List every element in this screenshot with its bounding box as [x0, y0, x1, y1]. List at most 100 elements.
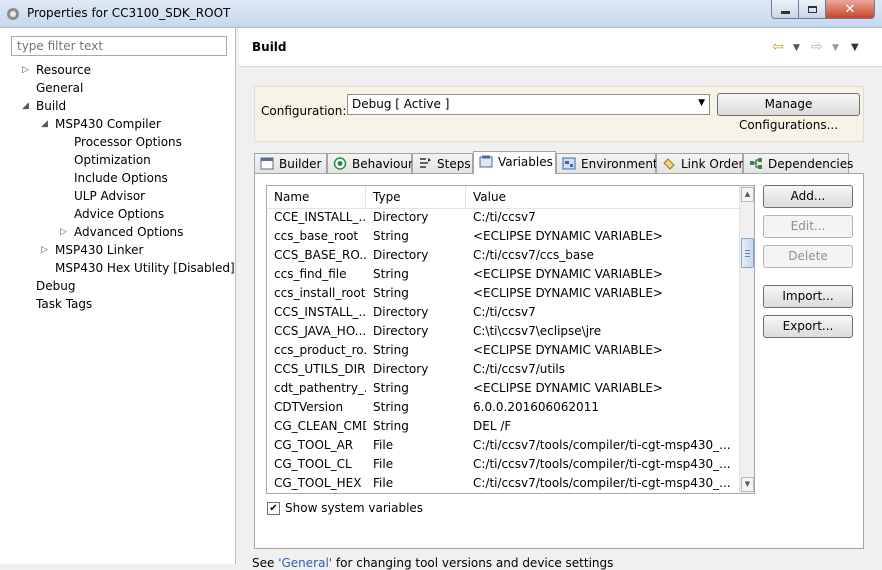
show-system-variables-checkbox[interactable]: ✔ — [267, 502, 280, 515]
tree-item[interactable]: Include Options — [0, 169, 236, 187]
cell-type: String — [373, 400, 409, 414]
import-button[interactable]: Import... — [763, 285, 853, 308]
link-order-icon — [663, 158, 675, 170]
tree-item[interactable]: ▷ Resource — [0, 61, 236, 79]
table-row[interactable]: ccs_install_root String <ECLIPSE DYNAMIC V… — [267, 284, 739, 303]
add-button[interactable]: Add... — [763, 185, 853, 208]
tree-item[interactable]: Optimization — [0, 151, 236, 169]
cell-name: ccs_base_root — [274, 229, 359, 243]
configuration-select[interactable]: Debug [ Active ] ▼ — [347, 94, 710, 115]
forward-dropdown-icon[interactable]: ▼ — [832, 43, 839, 53]
cell-type: Directory — [373, 248, 429, 262]
collapsed-twisty-icon[interactable]: ▷ — [22, 61, 32, 79]
table-row[interactable]: CG_TOOL_CL File C:/ti/ccsv7/tools/compiler… — [267, 455, 739, 474]
table-row[interactable]: CG_TOOL_HEX File C:/ti/ccsv7/tools/compile… — [267, 474, 739, 493]
cell-value: C:/ti/ccsv7/tools/compiler/ti-cgt-msp430… — [473, 457, 731, 471]
column-header-name[interactable]: Name — [267, 186, 366, 208]
maximize-button[interactable] — [798, 0, 826, 19]
close-icon: ✕ — [844, 1, 856, 17]
close-button[interactable]: ✕ — [825, 0, 875, 19]
filter-input[interactable] — [11, 36, 227, 56]
table-row[interactable]: cdt_pathentry_... String <ECLIPSE DYNAMIC … — [267, 379, 739, 398]
cell-type: Directory — [373, 210, 429, 224]
table-row[interactable]: ccs_find_file String <ECLIPSE DYNAMIC VARI… — [267, 265, 739, 284]
left-pane: ▷ Resource General ◢ Build ◢ MSP430 Compiler Pr… — [0, 28, 236, 564]
tree-item[interactable]: Debug — [0, 277, 236, 295]
cell-type: File — [373, 438, 394, 452]
vertical-scrollbar[interactable]: ▲ ▼ — [739, 186, 754, 493]
cell-name: ccs_find_file — [274, 267, 347, 281]
tab-link-order[interactable]: Link Order — [656, 153, 744, 173]
table-row[interactable]: CCE_INSTALL_... Directory C:/ti/ccsv7 — [267, 208, 739, 227]
variables-icon — [479, 155, 493, 168]
tree-item[interactable]: ULP Advisor — [0, 187, 236, 205]
back-arrow-icon[interactable]: ⇦ — [772, 39, 784, 55]
cell-name: CCS_BASE_RO... — [274, 248, 366, 262]
table-row[interactable]: CCS_BASE_RO... Directory C:/ti/ccsv7/ccs_b… — [267, 246, 739, 265]
tab-label: Environment — [581, 157, 658, 171]
table-row[interactable]: CCS_INSTALL_... Directory C:/ti/ccsv7 — [267, 303, 739, 322]
tree-item[interactable]: MSP430 Hex Utility [Disabled] — [0, 259, 236, 277]
expanded-twisty-icon[interactable]: ◢ — [22, 97, 32, 115]
tree-item[interactable]: ◢ Build — [0, 97, 236, 115]
maximize-icon — [807, 5, 817, 13]
scroll-thumb[interactable] — [741, 238, 754, 268]
expanded-twisty-icon[interactable]: ◢ — [41, 115, 51, 133]
environment-icon — [562, 157, 576, 170]
column-header-type[interactable]: Type — [366, 186, 466, 208]
tree-item[interactable]: Task Tags — [0, 295, 236, 313]
variables-table: Name Type Value CCE_INSTALL_... Directory… — [266, 185, 755, 494]
tab-dependencies[interactable]: Dependencies — [743, 153, 853, 173]
tree-item[interactable]: ▷ MSP430 Linker — [0, 241, 236, 259]
table-row[interactable]: CCS_JAVA_HO... Directory C:\ti\ccsv7\eclip… — [267, 322, 739, 341]
table-row[interactable]: CCS_UTILS_DIR Directory C:/ti/ccsv7/utils — [267, 360, 739, 379]
tab-label: Link Order — [681, 157, 744, 171]
table-row[interactable]: CDTVersion String 6.0.0.201606062011 — [267, 398, 739, 417]
tree-item-label: ULP Advisor — [74, 189, 146, 203]
edit-button[interactable]: Edit... — [763, 215, 853, 238]
table-row[interactable]: ccs_base_root String <ECLIPSE DYNAMIC VARI… — [267, 227, 739, 246]
forward-arrow-icon[interactable]: ⇨ — [811, 39, 823, 55]
delete-button[interactable]: Delete — [763, 245, 853, 268]
cell-value: C:\ti\ccsv7\eclipse\jre — [473, 324, 602, 338]
view-menu-icon[interactable]: ▼ — [851, 42, 859, 53]
cell-type: String — [373, 419, 409, 433]
cell-type: File — [373, 476, 394, 490]
back-dropdown-icon[interactable]: ▼ — [793, 43, 800, 53]
collapsed-twisty-icon[interactable]: ▷ — [41, 241, 51, 259]
tree-item[interactable]: ◢ MSP430 Compiler — [0, 115, 236, 133]
collapsed-twisty-icon[interactable]: ▷ — [60, 223, 70, 241]
page-title: Build — [252, 40, 287, 54]
tab-label: Variables — [498, 155, 553, 169]
cell-value: <ECLIPSE DYNAMIC VARIABLE> — [473, 286, 663, 300]
window-title: Properties for CC3100_SDK_ROOT — [27, 6, 231, 20]
table-row[interactable]: CG_CLEAN_CMD String DEL /F — [267, 417, 739, 436]
tree-item[interactable]: ▷ Advanced Options — [0, 223, 236, 241]
tab-variables[interactable]: Variables — [473, 151, 556, 174]
cell-name: CCS_UTILS_DIR — [274, 362, 366, 376]
behaviour-icon — [333, 157, 347, 170]
tree-item[interactable]: Advice Options — [0, 205, 236, 223]
manage-configurations-button[interactable]: Manage Configurations... — [717, 93, 860, 132]
cell-value: DEL /F — [473, 419, 512, 433]
cell-name: CG_TOOL_AR — [274, 438, 354, 452]
column-header-value[interactable]: Value — [466, 186, 739, 208]
tree-item-label: Optimization — [74, 153, 151, 167]
table-row[interactable]: CG_TOOL_AR File C:/ti/ccsv7/tools/compiler… — [267, 436, 739, 455]
tree-item[interactable]: Processor Options — [0, 133, 236, 151]
minimize-button[interactable] — [771, 0, 799, 19]
tab-steps[interactable]: Steps — [412, 153, 473, 173]
export-button[interactable]: Export... — [763, 315, 853, 338]
cell-name: CDTVersion — [274, 400, 344, 414]
tab-behaviour[interactable]: Behaviour — [327, 153, 413, 173]
general-link[interactable]: 'General' — [278, 556, 332, 570]
table-row[interactable]: ccs_product_ro... String <ECLIPSE DYNAMIC … — [267, 341, 739, 360]
tree-item[interactable]: General — [0, 79, 236, 97]
tree-item-label: Resource — [36, 63, 92, 77]
scroll-up-icon[interactable]: ▲ — [741, 187, 754, 202]
cell-type: Directory — [373, 324, 429, 338]
tab-environment[interactable]: Environment — [556, 153, 658, 173]
cell-name: ccs_install_root — [274, 286, 366, 300]
scroll-down-icon[interactable]: ▼ — [741, 477, 754, 492]
tab-builder[interactable]: Builder — [254, 153, 327, 173]
